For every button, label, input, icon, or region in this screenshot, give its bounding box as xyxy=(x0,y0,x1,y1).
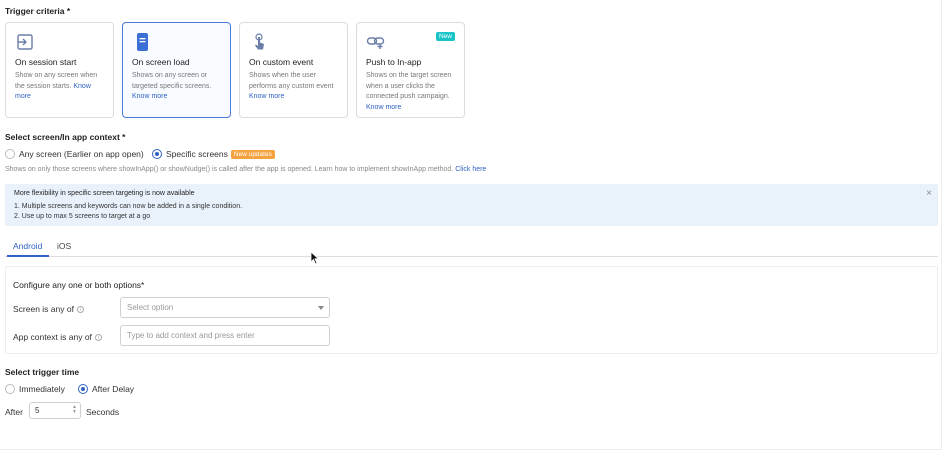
context-input[interactable]: Type to add context and press enter xyxy=(120,325,330,346)
radio-button[interactable] xyxy=(152,149,162,159)
radio-label: Immediately xyxy=(19,384,65,394)
card-title: On session start xyxy=(15,57,77,67)
tab-ios[interactable]: iOS xyxy=(57,241,71,251)
know-more-link[interactable]: Know more xyxy=(132,93,167,100)
trigger-time-title: Select trigger time xyxy=(5,367,80,377)
push-link-icon xyxy=(366,37,385,49)
radio-after-delay[interactable]: After Delay xyxy=(78,384,134,394)
session-start-icon xyxy=(17,34,33,50)
close-icon[interactable]: × xyxy=(926,188,932,199)
know-more-link[interactable]: Know more xyxy=(249,93,284,100)
tab-android[interactable]: Android xyxy=(13,241,42,251)
custom-event-icon xyxy=(255,33,264,50)
mouse-pointer-icon xyxy=(310,251,320,265)
click-here-link[interactable]: Click here xyxy=(455,166,486,173)
banner-title: More flexibility in specific screen targ… xyxy=(14,190,195,197)
platform-tabs: Android iOS xyxy=(5,238,938,257)
info-icon: i xyxy=(94,334,102,342)
card-session-start[interactable]: On session start Show on any screen when… xyxy=(5,22,114,118)
card-desc: Shows on the target screen when a user c… xyxy=(366,72,452,111)
card-title: Push to In-app xyxy=(366,57,422,67)
card-title: On screen load xyxy=(132,57,190,67)
info-banner: More flexibility in specific screen targ… xyxy=(5,184,938,226)
radio-label: After Delay xyxy=(92,384,135,394)
radio-button[interactable] xyxy=(5,149,15,159)
context-label: App context is any of i xyxy=(13,332,102,342)
radio-any-screen[interactable]: Any screen (Earlier on app open) xyxy=(5,149,144,159)
radio-label: Specific screens xyxy=(166,149,228,159)
radio-immediately[interactable]: Immediately xyxy=(5,384,65,394)
card-desc: Shows when the user performs any custom … xyxy=(249,72,334,100)
seconds-label: Seconds xyxy=(86,407,120,417)
new-badge: New xyxy=(435,32,455,41)
radio-label: Any screen (Earlier on app open) xyxy=(19,149,144,159)
banner-line: 2. Use up to max 5 screens to target at … xyxy=(14,213,151,220)
card-custom-event[interactable]: On custom event Shows when the user perf… xyxy=(239,22,348,118)
config-panel: Configure any one or both options* Scree… xyxy=(5,266,938,354)
after-label: After xyxy=(5,407,23,417)
know-more-link[interactable]: Know more xyxy=(366,104,401,111)
card-desc: Show on any screen when the session star… xyxy=(15,72,98,100)
screen-context-title: Select screen/In app context * xyxy=(5,132,126,142)
delay-input[interactable]: 5 ▲ ▼ xyxy=(29,402,81,419)
stepper-icon[interactable]: ▲ ▼ xyxy=(72,405,77,415)
active-tab-indicator xyxy=(7,255,49,257)
radio-specific-screens[interactable]: Specific screens New updates xyxy=(152,149,275,159)
chevron-down-icon xyxy=(318,306,324,310)
card-screen-load[interactable]: On screen load Shows on any screen or ta… xyxy=(122,22,231,118)
card-push-to-inapp[interactable]: New Push to In-app Shows on the target s… xyxy=(356,22,465,118)
config-title: Configure any one or both options* xyxy=(13,280,145,290)
info-icon: i xyxy=(76,306,84,314)
card-desc: Shows on any screen or targeted specific… xyxy=(132,72,212,100)
card-title: On custom event xyxy=(249,57,314,67)
radio-button[interactable] xyxy=(5,384,15,394)
screen-select[interactable]: Select option xyxy=(120,297,330,318)
screen-label: Screen is any of i xyxy=(13,304,84,314)
radio-button[interactable] xyxy=(78,384,88,394)
screen-context-note: Shows on only those screens where showIn… xyxy=(5,166,487,173)
new-updates-badge: New updates xyxy=(230,149,275,159)
banner-line: 1. Multiple screens and keywords can now… xyxy=(14,203,243,210)
screen-load-icon xyxy=(137,33,148,51)
trigger-criteria-title: Trigger criteria * xyxy=(5,6,71,16)
